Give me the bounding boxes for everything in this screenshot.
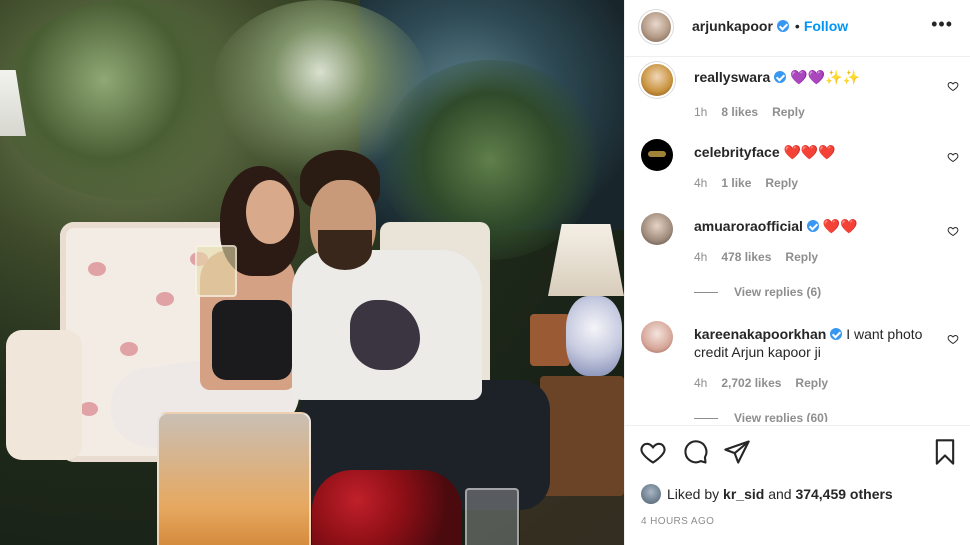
comment-heart-icon[interactable] <box>947 333 959 345</box>
liked-by-summary: Liked by kr_sid and 374,459 others <box>641 484 893 504</box>
heart-icon[interactable] <box>639 438 667 466</box>
comment-likes[interactable]: 8 likes <box>721 105 758 119</box>
comment-heart-icon[interactable] <box>947 80 959 92</box>
comment-meta: 4h 2,702 likes Reply <box>694 376 842 390</box>
view-replies-button[interactable]: View replies (6) <box>694 285 821 299</box>
commenter-username[interactable]: celebrityface <box>694 144 780 160</box>
follow-button[interactable]: Follow <box>804 18 848 34</box>
view-replies-button[interactable]: View replies (60) <box>694 411 828 422</box>
post-actions-bar <box>625 425 970 482</box>
liker-avatar[interactable] <box>641 484 661 504</box>
liker-username[interactable]: kr_sid <box>723 486 764 502</box>
comment-heart-icon[interactable] <box>947 151 959 163</box>
verified-badge-icon <box>776 20 789 32</box>
bookmark-icon[interactable] <box>931 438 959 466</box>
separator-dot: • <box>794 18 800 34</box>
verified-badge-icon <box>806 220 819 232</box>
replies-divider-line <box>694 418 718 420</box>
likes-count-link[interactable]: 374,459 others <box>795 486 892 502</box>
comment-text: ❤️❤️ <box>822 218 858 234</box>
reply-button[interactable]: Reply <box>772 105 805 119</box>
comment-meta: 4h 1 like Reply <box>694 176 812 190</box>
commenter-username[interactable]: reallyswara <box>694 69 770 85</box>
comment-meta: 1h 8 likes Reply <box>694 105 819 119</box>
paper-plane-icon[interactable] <box>723 438 751 466</box>
post-timestamp[interactable]: 4 HOURS AGO <box>641 516 714 527</box>
reply-button[interactable]: Reply <box>765 176 798 190</box>
comment-likes[interactable]: 2,702 likes <box>721 376 781 390</box>
view-replies-label: View replies (60) <box>734 411 828 422</box>
commenter-avatar[interactable] <box>641 321 673 353</box>
reply-button[interactable]: Reply <box>785 250 818 264</box>
post-sidebar: arjunkapoor • Follow ••• reallyswara 💜💜✨✨ … <box>624 0 970 545</box>
comment-item: reallyswara 💜💜✨✨ 1h 8 likes Reply <box>625 62 970 132</box>
verified-badge-icon <box>774 71 787 83</box>
comment-item: celebrityface ❤️❤️❤️ 4h 1 like Reply <box>625 137 970 207</box>
author-avatar[interactable] <box>641 12 671 42</box>
commenter-avatar[interactable] <box>641 213 673 245</box>
comment-icon[interactable] <box>681 438 709 466</box>
post-photo[interactable] <box>0 0 624 545</box>
comment-item: kareenakapoorkhan I want photo credit Ar… <box>625 319 970 422</box>
comment-item: amuaroraofficial ❤️❤️ 4h 478 likes Reply V… <box>625 211 970 307</box>
comment-time: 4h <box>694 250 708 264</box>
comments-list[interactable]: reallyswara 💜💜✨✨ 1h 8 likes Reply celebrit… <box>625 57 970 422</box>
replies-divider-line <box>694 292 718 294</box>
comment-text: ❤️❤️❤️ <box>783 144 836 160</box>
verified-badge-icon <box>830 328 843 340</box>
post-header: arjunkapoor • Follow ••• <box>625 0 970 57</box>
reply-button[interactable]: Reply <box>795 376 828 390</box>
commenter-avatar[interactable] <box>641 139 673 171</box>
instagram-post-view: arjunkapoor • Follow ••• reallyswara 💜💜✨✨ … <box>0 0 970 545</box>
author-username[interactable]: arjunkapoor <box>692 18 773 34</box>
view-replies-label: View replies (6) <box>734 285 822 299</box>
more-horizontal-icon[interactable]: ••• <box>931 14 953 34</box>
commenter-username[interactable]: amuaroraofficial <box>694 218 803 234</box>
commenter-username[interactable]: kareenakapoorkhan <box>694 326 826 342</box>
comment-likes[interactable]: 1 like <box>721 176 751 190</box>
comment-time: 4h <box>694 376 708 390</box>
comment-meta: 4h 478 likes Reply <box>694 250 832 264</box>
comment-likes[interactable]: 478 likes <box>721 250 771 264</box>
commenter-avatar[interactable] <box>641 64 673 96</box>
comment-time: 1h <box>694 105 708 119</box>
comment-time: 4h <box>694 176 708 190</box>
comment-heart-icon[interactable] <box>947 225 959 237</box>
comment-text: 💜💜✨✨ <box>790 69 860 85</box>
